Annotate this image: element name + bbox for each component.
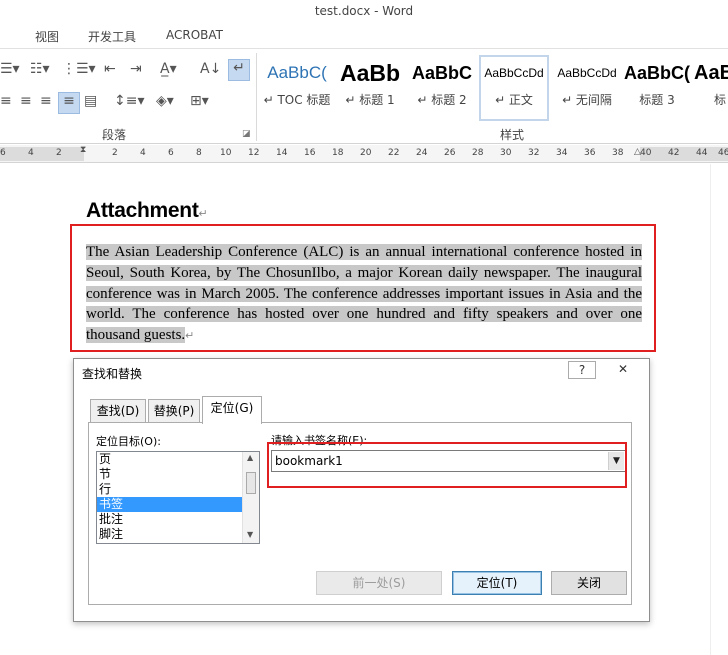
borders-icon[interactable]: ⊞▾ [190, 93, 209, 109]
ribbon: ☰▾ ☷▾ ⋮☰▾ ⇤ ⇥ A̲▾ A↓ ↵ ≡ ≡ ≡ ≡ ▤ ↕≡▾ ◈▾ … [0, 48, 728, 144]
multilevel-list-icon[interactable]: ⋮☰▾ [62, 61, 96, 77]
scroll-down-icon[interactable]: ▼ [247, 530, 253, 539]
list-item[interactable]: 节 [97, 467, 259, 482]
ribbon-tabs: 视图 开发工具 ACROBAT [0, 24, 728, 48]
show-marks-icon[interactable]: ↵ [228, 59, 250, 81]
paragraph-mark-icon: ↵ [198, 208, 208, 220]
list-item[interactable]: 批注 [97, 512, 259, 527]
bullets-icon[interactable]: ☰▾ [0, 61, 20, 77]
style-title[interactable]: AaBb 标 [694, 57, 728, 117]
increase-indent-icon[interactable]: ⇥ [130, 61, 142, 77]
style-toc-heading[interactable]: AaBbC( ↵ TOC 标题 [263, 57, 331, 117]
goto-what-label: 定位目标(O): [96, 435, 161, 448]
goto-button[interactable]: 定位(T) [452, 571, 542, 595]
text-direction-icon[interactable]: A̲▾ [160, 61, 177, 77]
align-right-icon[interactable]: ≡ [40, 93, 52, 109]
document-heading[interactable]: Attachment↵ [86, 199, 208, 223]
list-item[interactable]: 页 [97, 452, 259, 467]
style-heading-3[interactable]: AaBbC( 标题 3 [624, 57, 690, 117]
distributed-icon[interactable]: ▤ [84, 93, 97, 109]
align-center-icon[interactable]: ≡ [20, 93, 32, 109]
shading-icon[interactable]: ◈▾ [156, 93, 174, 109]
tab-goto[interactable]: 定位(G) [202, 396, 262, 424]
dialog-title: 查找和替换 [82, 367, 143, 381]
tab-replace[interactable]: 替换(P) [148, 399, 200, 423]
close-button[interactable]: 关闭 [551, 571, 627, 595]
close-icon[interactable]: ✕ [604, 361, 642, 379]
tab-view[interactable]: 视图 [35, 28, 59, 45]
help-button[interactable]: ? [568, 361, 596, 379]
window-title: test.docx - Word [0, 0, 728, 24]
tab-acrobat[interactable]: ACROBAT [166, 28, 223, 42]
find-replace-dialog: 查找和替换 ? ✕ 查找(D) 替换(P) 定位(G) 定位目标(O): 页 节… [73, 358, 650, 622]
numbering-icon[interactable]: ☷▾ [30, 61, 50, 77]
list-item[interactable]: 脚注 [97, 527, 259, 542]
list-item[interactable]: 行 [97, 482, 259, 497]
horizontal-ruler[interactable]: ⧗ △ 6 4 2 2 4 6 8 10 12 14 16 18 20 22 2… [0, 145, 728, 163]
align-left-icon[interactable]: ≡ [0, 93, 12, 109]
style-heading-1[interactable]: AaBb ↵ 标题 1 [337, 57, 403, 117]
sort-icon[interactable]: A↓ [200, 61, 221, 77]
vertical-scrollbar[interactable] [710, 164, 728, 655]
indent-marker-icon[interactable]: ⧗ [80, 145, 86, 155]
list-item-selected[interactable]: 书签 [97, 497, 259, 512]
goto-what-list[interactable]: 页 节 行 书签 批注 脚注 ▲ ▼ [96, 451, 260, 544]
group-styles-label: 样式 [500, 128, 525, 142]
style-no-spacing[interactable]: AaBbCcDd ↵ 无间隔 [553, 57, 621, 117]
dialog-launcher-icon[interactable]: ◪ [242, 129, 251, 139]
style-heading-2[interactable]: AaBbC ↵ 标题 2 [408, 57, 476, 117]
justify-icon[interactable]: ≡ [58, 92, 80, 114]
list-scrollbar[interactable]: ▲ ▼ [242, 452, 259, 543]
highlight-box-paragraph [70, 224, 656, 352]
highlight-box-bookmark [267, 442, 627, 488]
scroll-up-icon[interactable]: ▲ [247, 453, 253, 462]
scroll-thumb[interactable] [246, 472, 256, 494]
tab-developer[interactable]: 开发工具 [88, 28, 136, 45]
decrease-indent-icon[interactable]: ⇤ [104, 61, 116, 77]
style-normal[interactable]: AaBbCcDd ↵ 正文 [479, 55, 549, 121]
line-spacing-icon[interactable]: ↕≡▾ [114, 93, 145, 109]
group-separator [256, 53, 257, 141]
previous-button[interactable]: 前一处(S) [316, 571, 442, 595]
group-paragraph-label: 段落 [102, 128, 127, 142]
tab-find[interactable]: 查找(D) [90, 399, 146, 423]
